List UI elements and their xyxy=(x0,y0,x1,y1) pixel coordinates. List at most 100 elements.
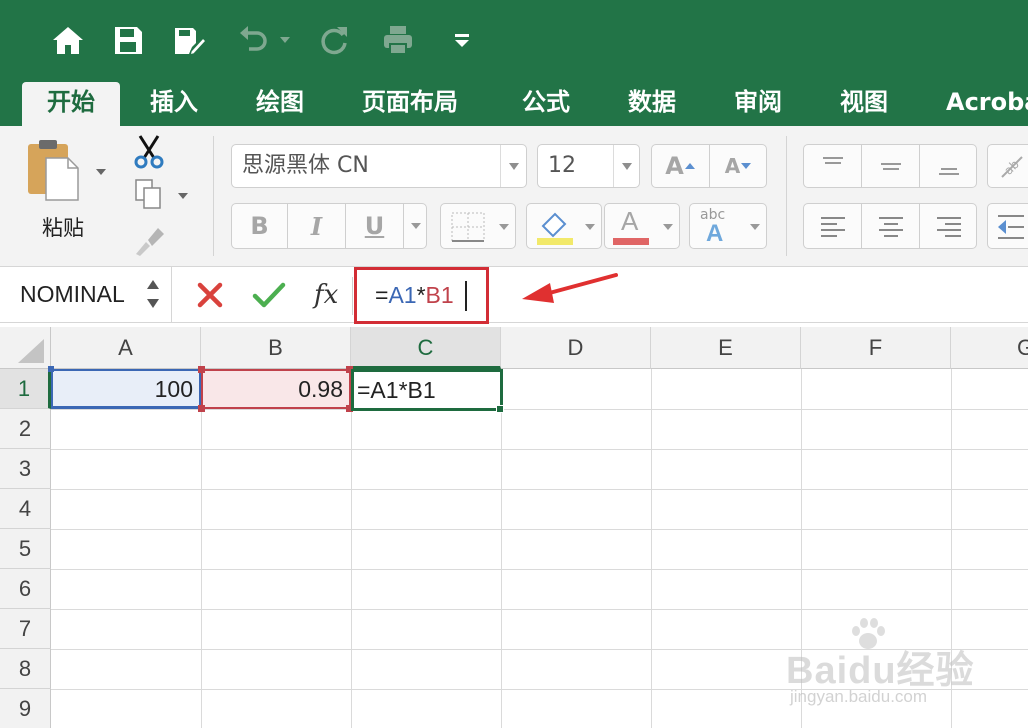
cut-icon[interactable] xyxy=(132,134,166,170)
font-name-dropdown-icon[interactable] xyxy=(500,145,526,187)
undo-dropdown-icon[interactable] xyxy=(276,22,296,58)
orientation-button[interactable]: ab xyxy=(987,144,1028,188)
align-right-icon xyxy=(936,217,961,237)
tab-page-layout[interactable]: 页面布局 xyxy=(362,82,458,126)
home-icon[interactable] xyxy=(50,22,86,58)
font-color-dropdown-icon[interactable] xyxy=(663,223,673,231)
fill-color-button[interactable] xyxy=(526,203,602,249)
redo-icon[interactable] xyxy=(316,22,352,58)
row-header-5[interactable]: 5 xyxy=(0,529,51,569)
grow-font-button[interactable]: A xyxy=(652,145,710,187)
align-left-icon xyxy=(820,217,845,237)
column-header-f[interactable]: F xyxy=(801,327,951,369)
edit-save-icon[interactable] xyxy=(170,22,206,58)
phonetic-button[interactable]: abc A xyxy=(689,203,767,249)
phonetic-dropdown-icon[interactable] xyxy=(750,223,760,231)
italic-button[interactable]: I xyxy=(288,204,346,248)
tab-home[interactable]: 开始 xyxy=(22,82,120,126)
bold-button[interactable]: B xyxy=(232,204,288,248)
align-middle-button[interactable] xyxy=(862,145,920,187)
undo-icon[interactable] xyxy=(236,22,272,58)
font-color-swatch xyxy=(613,238,649,245)
paste-dropdown-icon[interactable] xyxy=(94,164,108,178)
grow-font-label: A xyxy=(665,152,684,180)
column-header-g[interactable]: G xyxy=(951,327,1028,369)
cancel-icon[interactable] xyxy=(192,277,228,313)
underline-button[interactable]: U xyxy=(346,204,404,248)
tab-view[interactable]: 视图 xyxy=(840,82,888,126)
name-box-stepper-icon[interactable] xyxy=(144,275,162,315)
tab-insert[interactable]: 插入 xyxy=(150,82,198,126)
ref-handle[interactable] xyxy=(198,366,205,373)
column-header-d[interactable]: D xyxy=(501,327,651,369)
column-header-b[interactable]: B xyxy=(201,327,351,369)
row-header-6[interactable]: 6 xyxy=(0,569,51,609)
baidu-watermark: Baidu经验 jingyan.baidu.com xyxy=(786,618,986,725)
formula-equals: = xyxy=(375,282,389,308)
row-header-4[interactable]: 4 xyxy=(0,489,51,529)
font-color-button[interactable]: A xyxy=(604,203,680,249)
paste-button[interactable] xyxy=(24,138,84,202)
paste-label: 粘贴 xyxy=(42,216,84,240)
row-header-8[interactable]: 8 xyxy=(0,649,51,689)
save-icon[interactable] xyxy=(110,22,146,58)
format-painter-icon[interactable] xyxy=(132,224,166,258)
font-name-value: 思源黑体 CN xyxy=(242,153,369,178)
ref-handle[interactable] xyxy=(48,366,54,372)
copy-dropdown-icon[interactable] xyxy=(176,188,190,202)
customize-dropdown-icon[interactable] xyxy=(444,22,480,58)
align-right-button[interactable] xyxy=(920,204,977,248)
copy-icon[interactable] xyxy=(134,178,164,212)
row-header-3[interactable]: 3 xyxy=(0,449,51,489)
underline-dropdown-icon[interactable] xyxy=(404,204,427,248)
align-left-button[interactable] xyxy=(804,204,862,248)
formula-operator: * xyxy=(416,282,426,308)
formula-input[interactable]: =A1*B1 xyxy=(354,267,489,324)
enter-check-icon[interactable] xyxy=(250,277,288,313)
font-name-select[interactable]: 思源黑体 CN xyxy=(231,144,527,188)
row-header-1[interactable]: 1 xyxy=(0,369,51,409)
cell-a1[interactable]: 100 xyxy=(51,369,201,409)
column-header-c[interactable]: C xyxy=(351,327,501,369)
tab-formulas[interactable]: 公式 xyxy=(522,82,570,126)
column-header-e[interactable]: E xyxy=(651,327,801,369)
annotation-arrow-icon xyxy=(522,273,618,303)
watermark-logo-text: Baidu经验 xyxy=(786,650,975,692)
select-all-corner[interactable] xyxy=(0,327,51,369)
print-icon[interactable] xyxy=(380,22,416,58)
decrease-indent-button[interactable] xyxy=(987,203,1028,249)
align-center-button[interactable] xyxy=(862,204,920,248)
row-header-2[interactable]: 2 xyxy=(0,409,51,449)
shrink-font-label: A xyxy=(724,154,741,178)
fill-color-dropdown-icon[interactable] xyxy=(585,223,595,231)
align-top-icon xyxy=(822,157,843,164)
font-size-dropdown-icon[interactable] xyxy=(613,145,639,187)
fill-handle[interactable] xyxy=(496,405,504,413)
font-size-select[interactable]: 12 xyxy=(537,144,640,188)
column-header-a[interactable]: A xyxy=(51,327,201,369)
tab-review[interactable]: 审阅 xyxy=(734,82,782,126)
name-box[interactable]: NOMINAL xyxy=(0,267,172,323)
tab-data[interactable]: 数据 xyxy=(628,82,676,126)
tab-acrobat[interactable]: Acroba xyxy=(946,82,1028,126)
cell-c1-active[interactable]: =A1*B1 xyxy=(351,369,503,411)
ribbon-separator xyxy=(786,136,787,256)
grid-line xyxy=(51,569,1028,570)
ref-handle[interactable] xyxy=(198,405,205,412)
font-size-value: 12 xyxy=(548,153,576,178)
ribbon-separator xyxy=(213,136,214,256)
grid-line xyxy=(201,369,202,728)
borders-dropdown-icon[interactable] xyxy=(499,223,509,231)
row-header-7[interactable]: 7 xyxy=(0,609,51,649)
tab-draw[interactable]: 绘图 xyxy=(256,82,304,126)
grid-line xyxy=(51,489,1028,490)
borders-button[interactable] xyxy=(440,203,516,249)
align-middle-icon xyxy=(880,163,901,170)
borders-icon xyxy=(451,212,485,242)
insert-function-button[interactable]: fx xyxy=(314,267,338,323)
cell-b1[interactable]: 0.98 xyxy=(201,369,351,409)
row-header-9[interactable]: 9 xyxy=(0,689,51,728)
align-bottom-button[interactable] xyxy=(920,145,977,187)
align-top-button[interactable] xyxy=(804,145,862,187)
shrink-font-button[interactable]: A xyxy=(710,145,767,187)
